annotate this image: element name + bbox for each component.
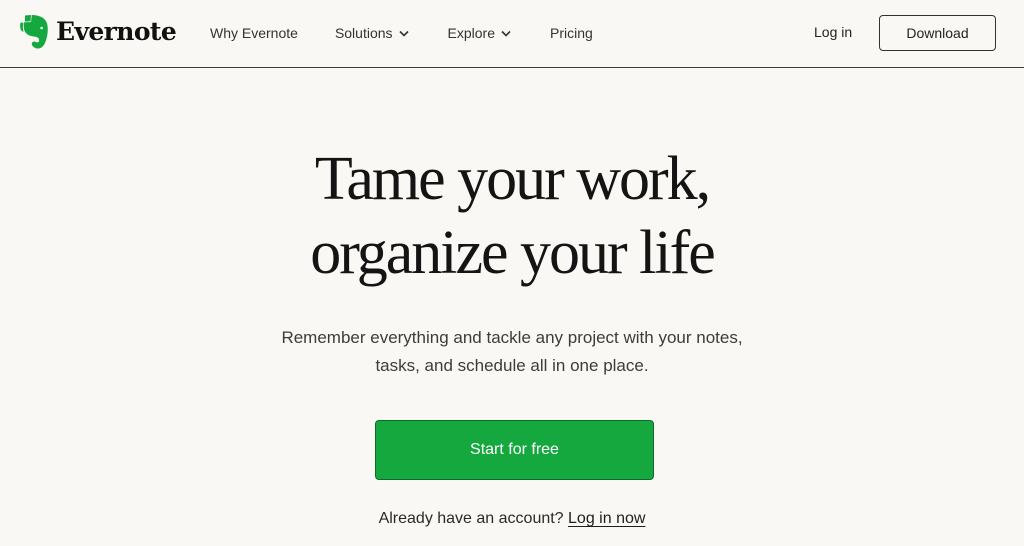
evernote-landing-page: Evernote Why Evernote Solutions Explore …: [0, 0, 1024, 546]
start-for-free-button[interactable]: Start for free: [375, 420, 654, 480]
hero-subtitle-line: tasks, and schedule all in one place.: [375, 356, 649, 375]
nav-solutions[interactable]: Solutions: [335, 25, 409, 41]
brand-name: Evernote: [56, 17, 177, 46]
hero-title: Tame your work, organize your life: [0, 142, 1024, 290]
account-prompt: Already have an account? Log in now: [0, 510, 1024, 528]
elephant-icon: [20, 15, 48, 49]
account-prompt-text: Already have an account?: [378, 510, 564, 527]
login-link[interactable]: Log in: [814, 24, 852, 40]
hero-subtitle-line: Remember everything and tackle any proje…: [281, 328, 743, 347]
download-button[interactable]: Download: [879, 15, 996, 51]
hero-subtitle: Remember everything and tackle any proje…: [0, 324, 1024, 380]
chevron-down-icon: [398, 30, 409, 37]
nav-why-evernote[interactable]: Why Evernote: [210, 25, 298, 41]
nav-pricing[interactable]: Pricing: [550, 25, 593, 41]
nav-item-label: Why Evernote: [210, 25, 298, 41]
site-header: Evernote Why Evernote Solutions Explore …: [0, 0, 1024, 68]
nav-item-label: Solutions: [334, 25, 393, 41]
nav-item-label: Explore: [447, 25, 495, 41]
nav-item-label: Pricing: [550, 25, 593, 41]
login-now-link[interactable]: Log in now: [568, 510, 645, 527]
hero-title-line: organize your life: [310, 219, 716, 287]
nav-explore[interactable]: Explore: [448, 25, 511, 41]
chevron-down-icon: [501, 30, 511, 37]
logo-link[interactable]: Evernote: [18, 14, 177, 50]
hero-title-line: Tame your work,: [314, 145, 711, 213]
main-nav: Why Evernote Solutions Explore Pricing: [210, 0, 630, 66]
